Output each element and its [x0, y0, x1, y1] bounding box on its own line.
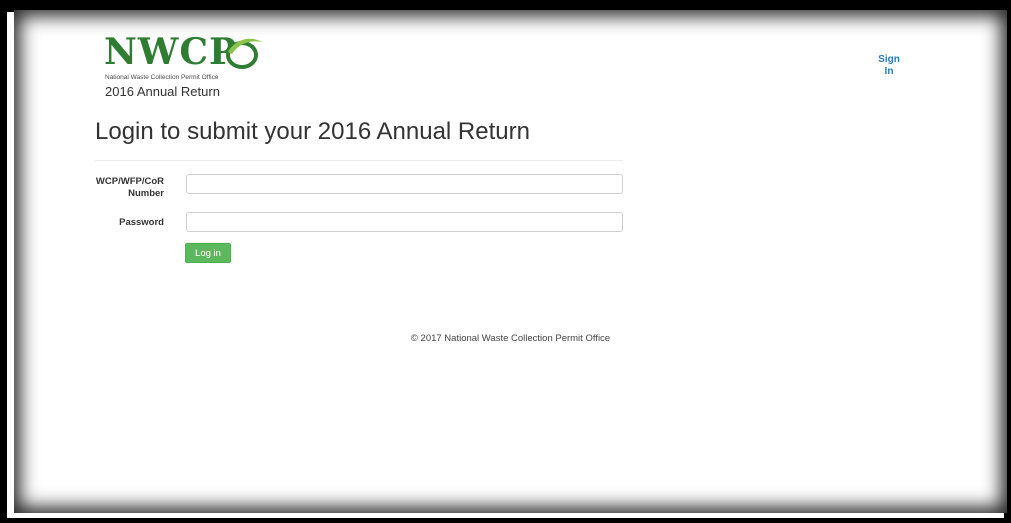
- wcp-label-line1: WCP/WFP/CoR: [95, 176, 164, 187]
- password-label: Password: [119, 217, 164, 228]
- wcp-label-line2: Number: [128, 188, 164, 199]
- sign-in-link[interactable]: Sign In: [874, 54, 904, 78]
- login-page: NWCP National Waste Collection Permit Of…: [14, 10, 1007, 513]
- logo-swoosh-icon: [226, 38, 262, 69]
- page-title: Login to submit your 2016 Annual Return: [95, 118, 530, 145]
- password-input[interactable]: [186, 212, 623, 232]
- nwcpo-logo: NWCP National Waste Collection Permit Of…: [104, 32, 304, 86]
- login-button[interactable]: Log in: [185, 243, 231, 263]
- sign-in-label-line1: Sign: [878, 54, 900, 65]
- wcp-number-input[interactable]: [186, 174, 623, 194]
- footer-copyright: © 2017 National Waste Collection Permit …: [410, 333, 611, 344]
- page-subtitle: 2016 Annual Return: [105, 84, 220, 99]
- sign-in-label-line2: In: [884, 66, 894, 77]
- logo-wordmark: NWCP: [104, 31, 238, 73]
- wcp-number-label: WCP/WFP/CoR Number: [92, 176, 164, 200]
- heading-divider: [95, 160, 623, 161]
- logo-tagline: National Waste Collection Permit Office: [105, 74, 219, 81]
